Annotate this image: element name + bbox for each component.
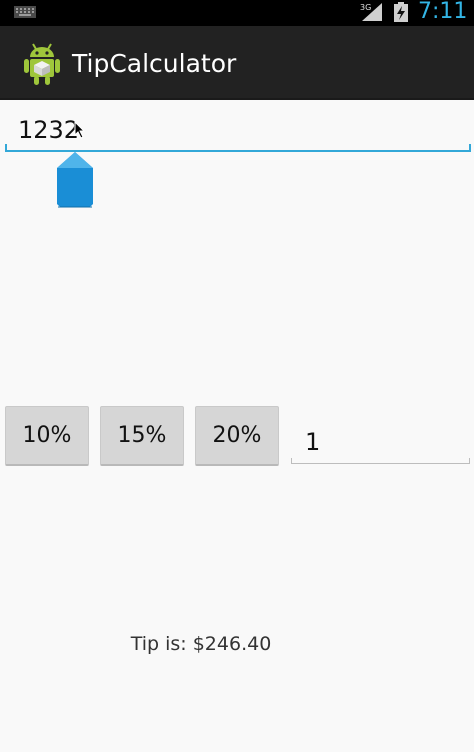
status-bar: 3G 7:11 [0,0,474,26]
app-title: TipCalculator [72,49,237,78]
bill-amount-underline-left-tick [5,144,7,152]
status-clock: 7:11 [418,0,468,24]
action-bar: TipCalculator [0,26,474,100]
tip-20-percent-button[interactable]: 20% [195,406,279,466]
signal-3g-icon: 3G [360,3,382,21]
mouse-pointer-icon [74,121,86,139]
bill-amount-value: 1232 [18,116,80,144]
android-icon [24,43,60,85]
tip-10-percent-button[interactable]: 10% [5,406,89,466]
svg-text:3G: 3G [360,3,371,12]
tip-result-text: Tip is: $246.40 [130,633,272,655]
people-count-input[interactable]: 1 [305,426,320,458]
people-count-underline-right-tick [469,458,470,464]
people-count-underline-left-tick [291,458,292,464]
bill-amount-underline-right-tick [469,144,471,152]
text-selection-handle[interactable] [55,150,95,210]
keyboard-icon [14,6,36,18]
battery-icon [394,2,408,22]
people-count-underline [291,463,470,464]
tip-15-percent-button[interactable]: 15% [100,406,184,466]
